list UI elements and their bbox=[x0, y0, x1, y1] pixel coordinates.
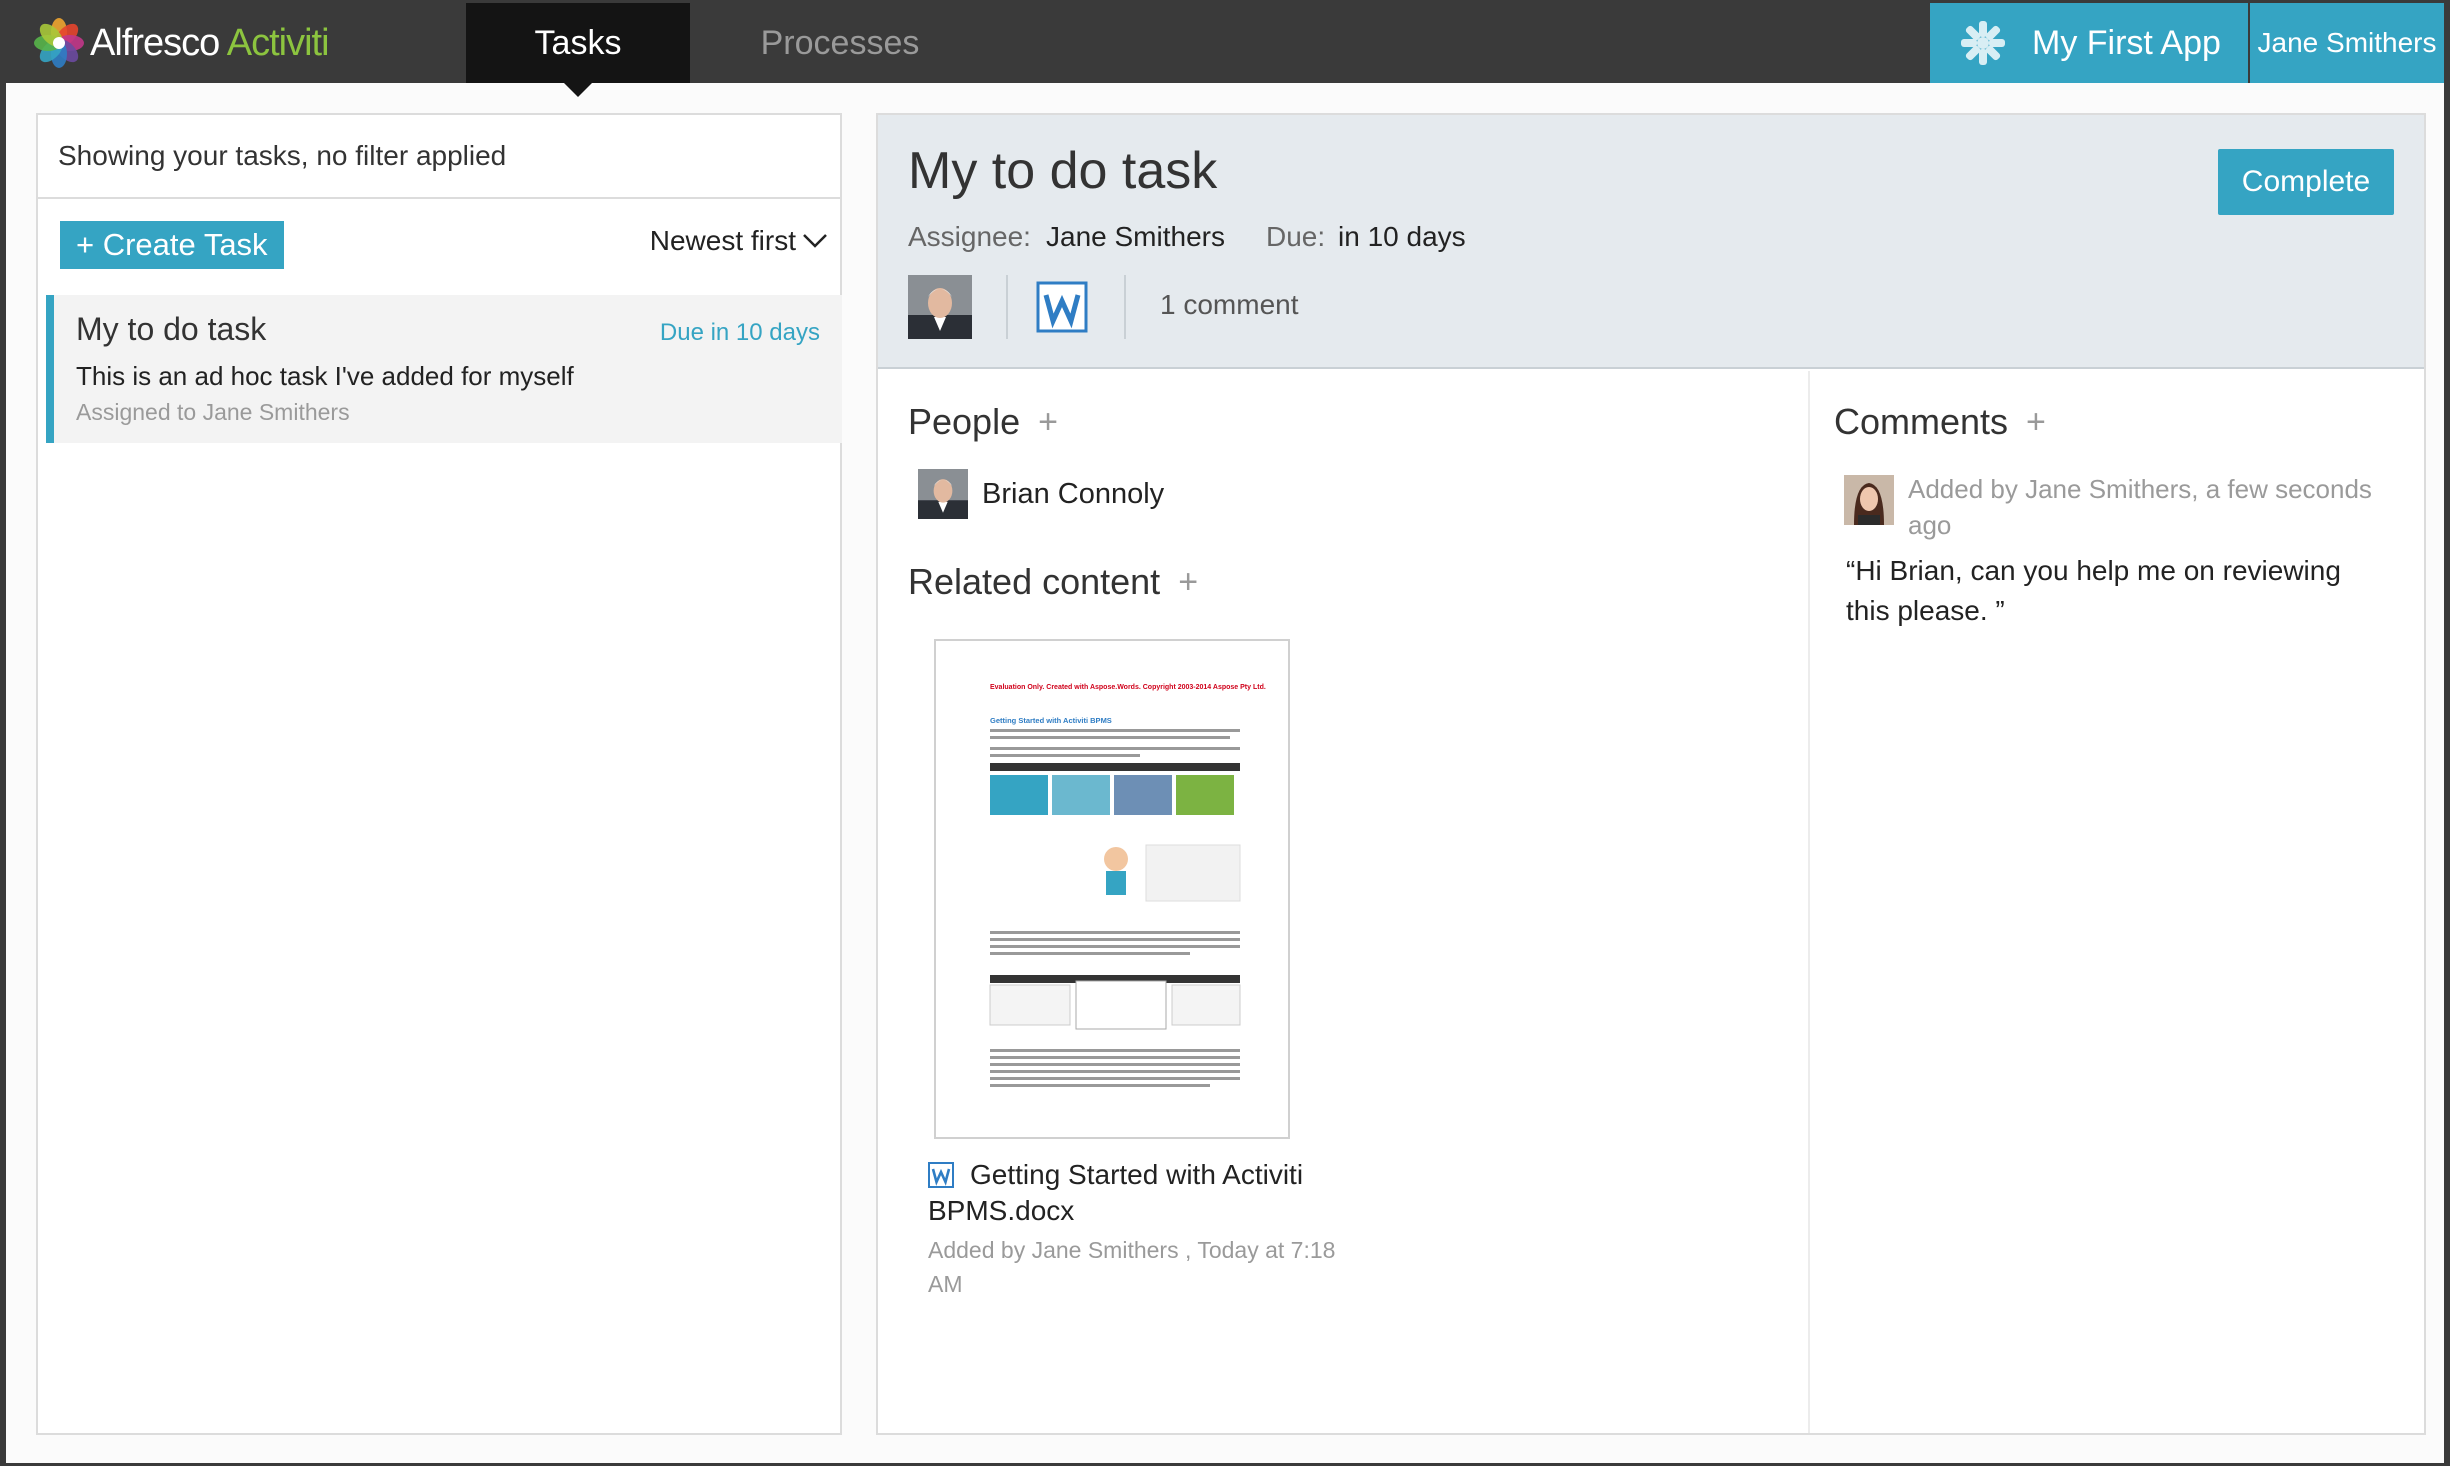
related-content-section-title: Related content + bbox=[908, 561, 1198, 603]
task-list-item[interactable]: My to do task Due in 10 days This is an … bbox=[46, 295, 842, 443]
document-thumbnail[interactable]: Evaluation Only. Created with Aspose.Wor… bbox=[934, 639, 1290, 1139]
task-detail-header: My to do task Complete Assignee: Jane Sm… bbox=[878, 115, 2424, 369]
task-list-panel: Showing your tasks, no filter applied + … bbox=[36, 113, 842, 1435]
document-title-line[interactable]: Getting Started with Activiti bbox=[928, 1155, 1303, 1195]
sort-label: Newest first bbox=[649, 225, 796, 256]
create-task-button[interactable]: + Create Task bbox=[60, 221, 284, 269]
comment-count[interactable]: 1 comment bbox=[1160, 289, 1299, 321]
comment-text: “Hi Brian, can you help me on reviewing … bbox=[1846, 555, 2341, 626]
activiti-flower-icon bbox=[34, 18, 84, 68]
app-switcher[interactable]: My First App bbox=[1930, 3, 2248, 83]
involved-person-avatar[interactable] bbox=[908, 275, 972, 339]
task-list-controls: + Create Task Newest first bbox=[38, 199, 840, 295]
app-gear-icon bbox=[1961, 21, 2005, 65]
person-name: Brian Connoly bbox=[982, 477, 1165, 510]
document-added-by: Added by Jane Smithers , Today at 7:18 A… bbox=[928, 1237, 1336, 1297]
task-item-due: Due in 10 days bbox=[659, 319, 820, 346]
people-heading: People bbox=[908, 401, 1021, 442]
task-detail-panel: My to do task Complete Assignee: Jane Sm… bbox=[876, 113, 2426, 1435]
column-divider bbox=[1808, 371, 1810, 1433]
comment-meta: Added by Jane Smithers, a few seconds ag… bbox=[1908, 474, 2372, 540]
add-related-content-button[interactable]: + bbox=[1178, 563, 1198, 602]
person-avatar bbox=[918, 469, 968, 519]
logo-accent-text: Activiti bbox=[226, 21, 330, 64]
comment-author-avatar bbox=[1844, 475, 1894, 525]
word-file-icon bbox=[928, 1162, 954, 1188]
chevron-down-icon bbox=[803, 234, 827, 248]
doc-preview-heading: Evaluation Only. Created with Aspose.Wor… bbox=[990, 684, 1266, 691]
logo[interactable]: Alfresco Activiti bbox=[34, 17, 330, 69]
due-label: Due: bbox=[1266, 221, 1326, 252]
tab-tasks[interactable]: Tasks bbox=[466, 3, 690, 97]
comments-section-title: Comments + bbox=[1834, 401, 2046, 443]
add-comment-button[interactable]: + bbox=[2026, 403, 2046, 442]
related-content-heading: Related content bbox=[908, 561, 1161, 602]
header-divider bbox=[1006, 275, 1008, 339]
due-value[interactable]: in 10 days bbox=[1338, 221, 1466, 253]
user-menu[interactable]: Jane Smithers bbox=[2250, 3, 2444, 83]
add-person-button[interactable]: + bbox=[1038, 403, 1058, 442]
doc-preview-section: Getting Started with Activiti BPMS bbox=[990, 716, 1112, 725]
comments-heading: Comments bbox=[1834, 401, 2009, 442]
filter-status: Showing your tasks, no filter applied bbox=[38, 115, 840, 199]
header-divider bbox=[1124, 275, 1126, 339]
logo-text: Alfresco Activiti bbox=[90, 21, 330, 65]
task-item-assignee: Assigned to Jane Smithers bbox=[76, 399, 350, 425]
assignee-value[interactable]: Jane Smithers bbox=[1046, 221, 1225, 253]
task-detail-title: My to do task bbox=[908, 142, 1218, 200]
app-name: My First App bbox=[2032, 23, 2221, 62]
sort-dropdown[interactable]: Newest first bbox=[650, 225, 828, 257]
word-document-icon[interactable] bbox=[1036, 281, 1088, 333]
task-item-description: This is an ad hoc task I've added for my… bbox=[76, 361, 574, 391]
app-window: Alfresco Activiti Tasks Processes My Fir… bbox=[6, 3, 2444, 1463]
complete-button[interactable]: Complete bbox=[2218, 149, 2394, 215]
person-item[interactable]: Brian Connoly bbox=[918, 469, 1164, 519]
document-name-extension[interactable]: BPMS.docx bbox=[928, 1195, 1074, 1227]
tab-processes[interactable]: Processes bbox=[690, 3, 990, 83]
assignee-label: Assignee: bbox=[908, 221, 1031, 252]
document-preview: Evaluation Only. Created with Aspose.Wor… bbox=[989, 684, 1266, 1087]
task-item-title: My to do task bbox=[76, 311, 267, 347]
top-nav-bar: Alfresco Activiti Tasks Processes My Fir… bbox=[6, 3, 2444, 97]
document-name: Getting Started with Activiti bbox=[970, 1159, 1304, 1190]
logo-main-text: Alfresco bbox=[90, 21, 220, 64]
people-section-title: People + bbox=[908, 401, 1058, 443]
